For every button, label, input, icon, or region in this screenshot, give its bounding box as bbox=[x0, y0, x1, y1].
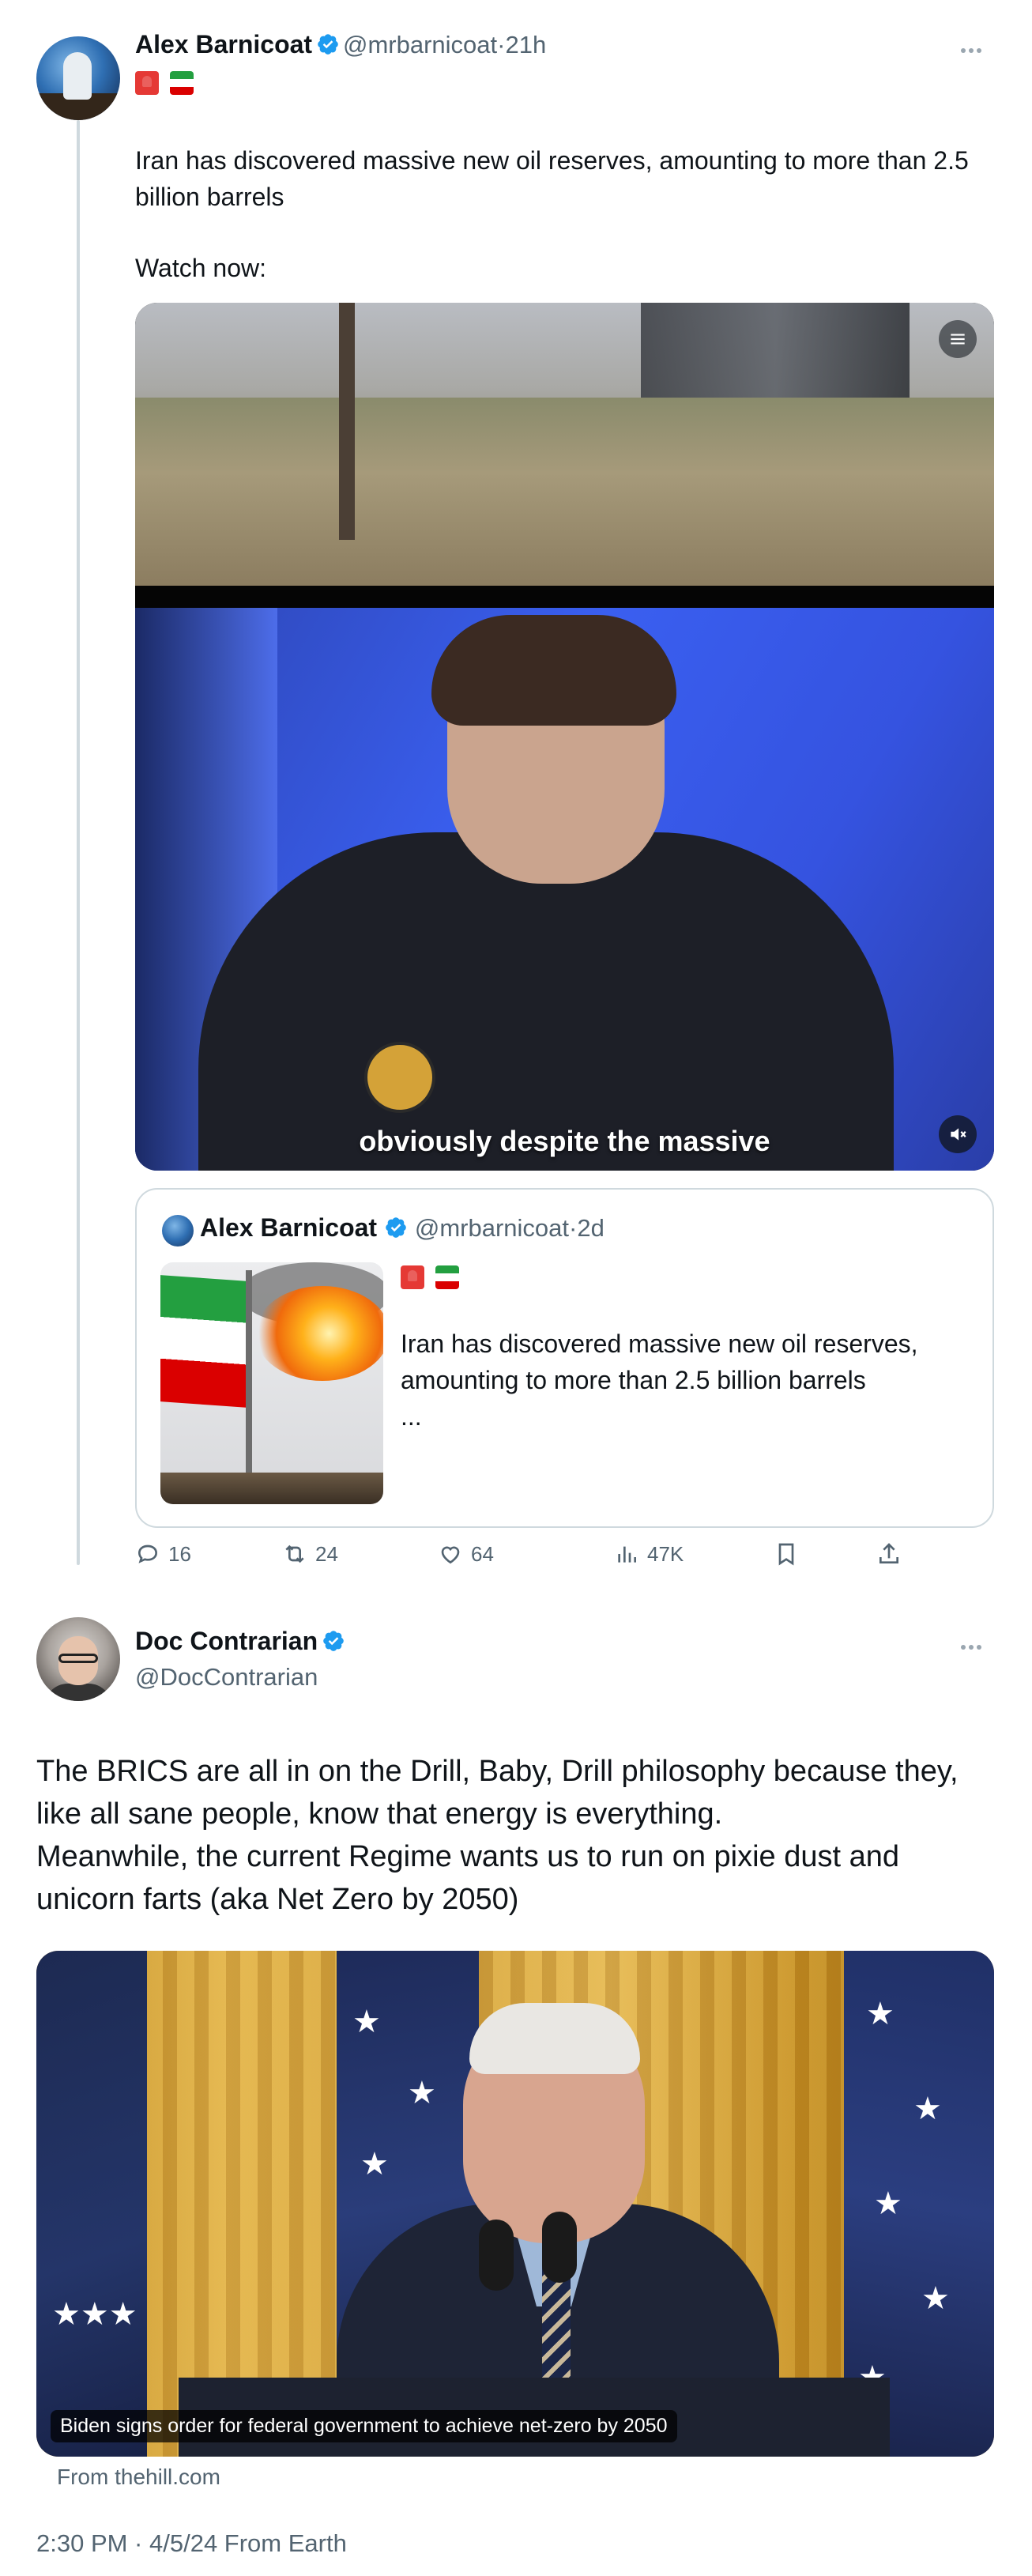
reply-icon bbox=[137, 1544, 158, 1563]
quoted-avatar bbox=[162, 1215, 194, 1247]
emoji-row bbox=[135, 71, 194, 95]
views-button[interactable]: 47K bbox=[614, 1541, 684, 1567]
author-name[interactable]: Doc Contrarian bbox=[135, 1627, 318, 1655]
more-dots-icon[interactable] bbox=[961, 1639, 992, 1650]
action-bar: 16 24 64 47K bbox=[135, 1541, 994, 1573]
siren-icon bbox=[401, 1265, 424, 1289]
tweet-text-secondary: Meanwhile, the current Regime wants us t… bbox=[36, 1840, 900, 1916]
verified-badge-icon bbox=[317, 34, 338, 55]
quoted-text-block: Iran has discovered massive new oil rese… bbox=[401, 1326, 970, 1435]
tweet-time[interactable]: 21h bbox=[505, 31, 546, 58]
quoted-emoji-row bbox=[401, 1265, 459, 1289]
verified-badge-icon bbox=[386, 1217, 406, 1238]
siren-icon bbox=[135, 71, 159, 95]
author-handle[interactable]: @mrbarnicoat bbox=[343, 31, 497, 58]
quoted-tweet-card[interactable]: Alex Barnicoat @mrbarnicoat·2d Iran has … bbox=[135, 1188, 994, 1528]
share-icon bbox=[879, 1543, 898, 1563]
reply-count: 16 bbox=[168, 1541, 191, 1566]
iran-flag-icon bbox=[170, 71, 194, 95]
tweet-timestamp[interactable]: 2:30 PM · 4/5/24 From Earth bbox=[36, 2529, 347, 2558]
quoted-time: 2d bbox=[577, 1214, 605, 1242]
like-button[interactable]: 64 bbox=[438, 1541, 494, 1567]
tweet-header: Doc Contrarian bbox=[135, 1627, 345, 1656]
bookmark-button[interactable] bbox=[774, 1541, 799, 1567]
tweet-header: Alex Barnicoat @mrbarnicoat·21h bbox=[135, 30, 547, 58]
like-count: 64 bbox=[471, 1541, 494, 1566]
verified-badge-icon bbox=[322, 1631, 344, 1651]
author-handle[interactable]: @DocContrarian bbox=[135, 1663, 318, 1692]
views-icon bbox=[618, 1546, 636, 1563]
quoted-ellipsis: ... bbox=[401, 1402, 422, 1431]
quoted-author-name: Alex Barnicoat bbox=[200, 1213, 378, 1242]
link-card-image[interactable]: ★★★ ★ ★ ★ ★ ★ ★ ★ ★ Biden signs order fo… bbox=[36, 1951, 994, 2457]
iran-flag-icon bbox=[435, 1265, 459, 1289]
image-caption: Biden signs order for federal government… bbox=[51, 2410, 677, 2442]
bookmark-icon bbox=[778, 1543, 794, 1566]
video-caption: obviously despite the massive bbox=[359, 1125, 770, 1157]
reply-button[interactable]: 16 bbox=[135, 1541, 191, 1567]
settings-icon[interactable] bbox=[939, 320, 977, 358]
video-player[interactable]: obviously despite the massive bbox=[135, 303, 994, 1171]
thread-connector-line bbox=[77, 120, 80, 1565]
tweet-text: The BRICS are all in on the Drill, Baby,… bbox=[36, 1755, 959, 1831]
tweet-text-secondary: Watch now: bbox=[135, 254, 266, 282]
mute-icon[interactable] bbox=[939, 1115, 977, 1153]
tweet-text: Iran has discovered massive new oil rese… bbox=[135, 146, 969, 211]
link-source[interactable]: From thehill.com bbox=[57, 2465, 220, 2490]
quoted-header: Alex Barnicoat @mrbarnicoat·2d bbox=[200, 1213, 605, 1242]
views-count: 47K bbox=[647, 1541, 684, 1566]
quoted-handle: @mrbarnicoat bbox=[414, 1214, 570, 1242]
avatar[interactable] bbox=[36, 1617, 120, 1701]
share-button[interactable] bbox=[876, 1541, 902, 1567]
repost-icon bbox=[285, 1544, 304, 1563]
repost-button[interactable]: 24 bbox=[282, 1541, 338, 1567]
quoted-image bbox=[160, 1262, 383, 1504]
more-dots-icon[interactable] bbox=[961, 43, 992, 53]
avatar[interactable] bbox=[36, 36, 120, 120]
author-name[interactable]: Alex Barnicoat bbox=[135, 30, 312, 58]
quoted-text: Iran has discovered massive new oil rese… bbox=[401, 1329, 918, 1394]
heart-icon bbox=[441, 1546, 460, 1564]
repost-count: 24 bbox=[315, 1541, 338, 1566]
